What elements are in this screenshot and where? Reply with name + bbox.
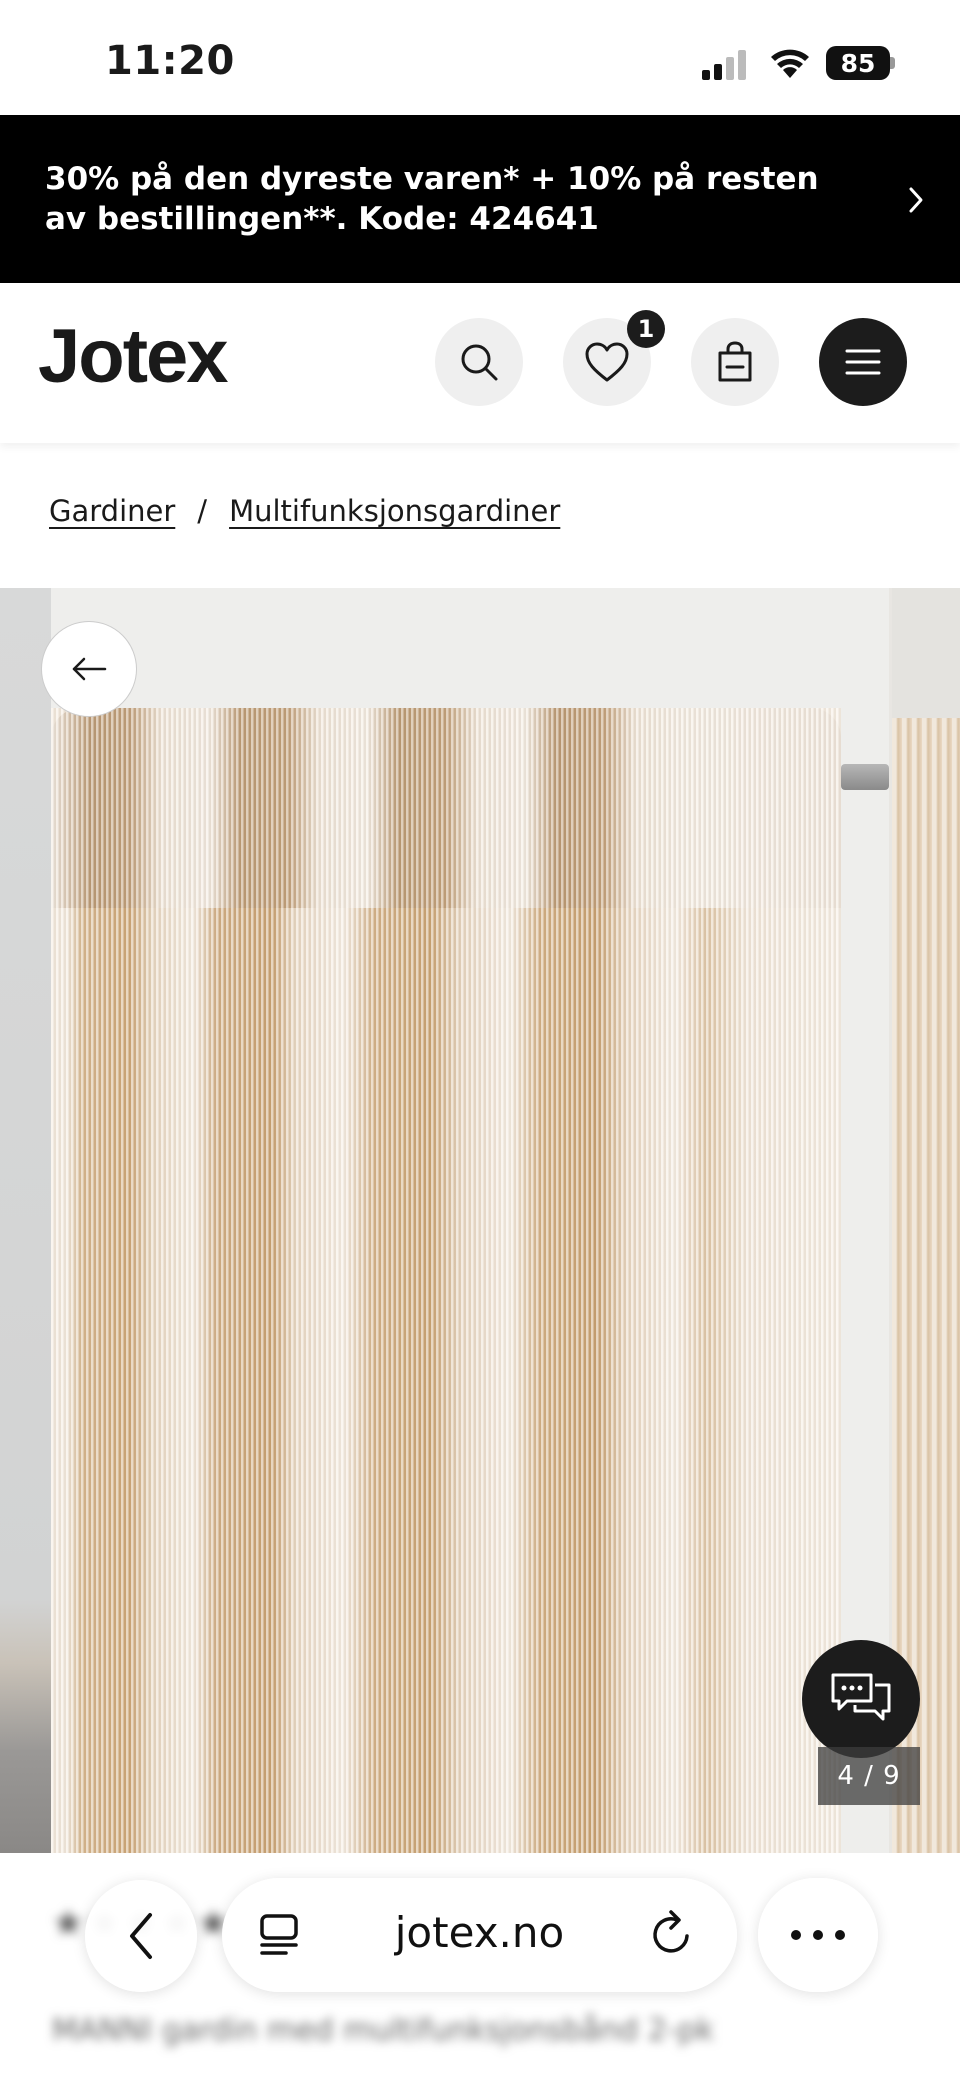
search-button[interactable] — [435, 318, 523, 406]
site-header: Jotex 1 — [0, 283, 960, 443]
browser-more-button[interactable] — [758, 1878, 878, 1992]
status-time: 11:20 — [105, 38, 235, 84]
arrow-left-icon — [72, 657, 107, 681]
status-bar: 11:20 85 — [0, 0, 960, 115]
search-icon — [461, 344, 498, 381]
chevron-right-icon[interactable] — [906, 183, 928, 217]
curtain-header-pleats — [51, 708, 841, 908]
product-image[interactable] — [51, 588, 889, 1853]
promo-text: 30% på den dyreste varen* + 10% på reste… — [45, 161, 819, 237]
browser-back-button[interactable] — [85, 1880, 197, 1992]
chat-bubbles-icon — [831, 1673, 891, 1721]
battery-level: 85 — [826, 46, 890, 80]
chevron-left-icon — [130, 1913, 152, 1959]
hamburger-menu-icon — [845, 349, 881, 375]
shopping-bag-icon — [718, 341, 752, 382]
wishlist-count-badge: 1 — [627, 310, 665, 348]
cart-button[interactable] — [691, 318, 779, 406]
breadcrumb: Gardiner / Multifunksjonsgardiner — [49, 494, 560, 528]
heart-icon — [585, 342, 629, 382]
browser-address-bar[interactable]: jotex.no — [222, 1878, 737, 1992]
battery-icon: 85 — [826, 46, 896, 80]
curtain-rod — [841, 764, 889, 790]
reload-icon[interactable] — [647, 1908, 697, 1960]
jotex-logo[interactable]: Jotex — [38, 313, 229, 400]
menu-button[interactable] — [819, 318, 907, 406]
previous-image-peek — [0, 588, 51, 1853]
gallery-image-counter: 4 / 9 — [818, 1747, 920, 1805]
cellular-signal-icon — [702, 50, 746, 80]
product-title: MANNI gardin med multifunksjonsbånd 2-pk — [52, 2013, 715, 2048]
chat-button[interactable] — [802, 1640, 920, 1758]
breadcrumb-separator: / — [197, 494, 208, 528]
promo-banner[interactable]: 30% på den dyreste varen* + 10% på reste… — [0, 115, 960, 283]
gallery-previous-button[interactable] — [41, 621, 137, 717]
wishlist-button[interactable]: 1 — [563, 310, 665, 406]
more-dots-icon — [791, 1930, 845, 1940]
breadcrumb-link-multifunksjonsgardiner[interactable]: Multifunksjonsgardiner — [229, 494, 560, 528]
wifi-icon — [771, 49, 809, 78]
breadcrumb-link-gardiner[interactable]: Gardiner — [49, 494, 175, 528]
